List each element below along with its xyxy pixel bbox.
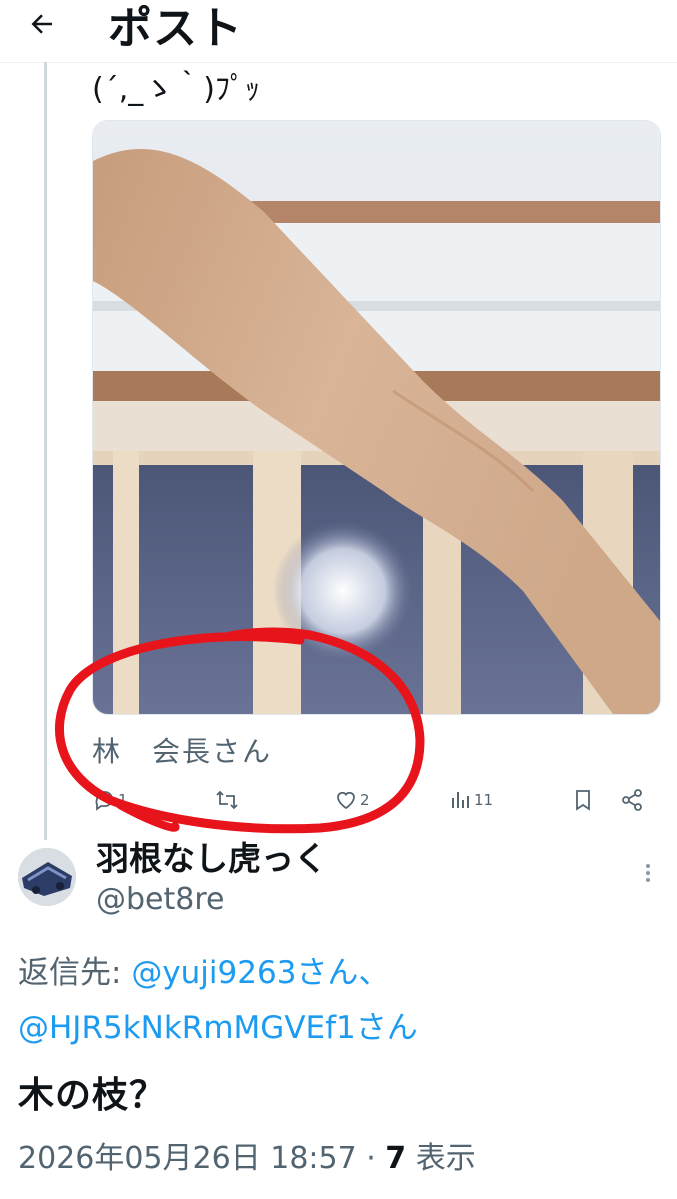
page-title: ポスト xyxy=(108,3,243,54)
top-header: ポスト xyxy=(0,0,677,63)
user-handle[interactable]: @bet8re xyxy=(96,882,224,917)
view-count: 11 xyxy=(474,791,494,809)
reply-button[interactable]: 1 xyxy=(92,788,128,812)
image-caption: 林 会長さん xyxy=(92,735,273,768)
reply-count: 1 xyxy=(118,791,128,809)
more-options-icon[interactable] xyxy=(634,858,662,888)
reply-to-user-link[interactable]: @HJR5kNkRmMGVEf1さん xyxy=(18,1010,418,1046)
avatar[interactable] xyxy=(18,848,76,906)
analytics-icon xyxy=(452,792,469,808)
reply-icon xyxy=(95,791,113,811)
view-label: 表示 xyxy=(406,1141,476,1176)
reply-to-label: 返信先: xyxy=(18,955,132,991)
post-body-text: 木の枝？ xyxy=(18,1075,167,1116)
share-icon xyxy=(622,789,642,811)
bookmark-icon xyxy=(576,790,590,811)
heart-icon xyxy=(337,791,355,810)
views-button[interactable]: 11 xyxy=(450,788,493,812)
post-timestamp[interactable]: 2026年05月26日 18:57 xyxy=(18,1141,357,1176)
photo-arm-window xyxy=(93,121,660,714)
parent-post-text: (´,_ゝ｀)ﾌﾟｯ xyxy=(92,72,260,107)
repost-icon xyxy=(216,790,238,810)
reply-to-line: 返信先: @yuji9263さん、 @HJR5kNkRmMGVEf1さん xyxy=(18,946,668,1056)
bookmark-button[interactable] xyxy=(572,788,594,812)
repost-button[interactable] xyxy=(214,788,240,812)
post-photo[interactable] xyxy=(92,120,661,715)
like-count: 2 xyxy=(360,791,370,809)
meta-separator: · xyxy=(356,1141,386,1176)
post-metadata: 2026年05月26日 18:57 · 7 表示 xyxy=(18,1133,476,1177)
reply-to-user-link[interactable]: @yuji9263さん xyxy=(131,955,358,991)
display-name[interactable]: 羽根なし虎っく xyxy=(96,832,327,880)
thread-connector-line xyxy=(44,62,47,840)
like-button[interactable]: 2 xyxy=(334,788,370,812)
parent-post-action-bar: 1 2 11 xyxy=(92,788,657,818)
back-arrow-icon[interactable] xyxy=(22,4,62,44)
post-view-count: 7 xyxy=(385,1141,407,1176)
reply-to-separator: 、 xyxy=(358,955,390,991)
avatar-image xyxy=(18,848,76,906)
share-button[interactable] xyxy=(620,788,644,812)
